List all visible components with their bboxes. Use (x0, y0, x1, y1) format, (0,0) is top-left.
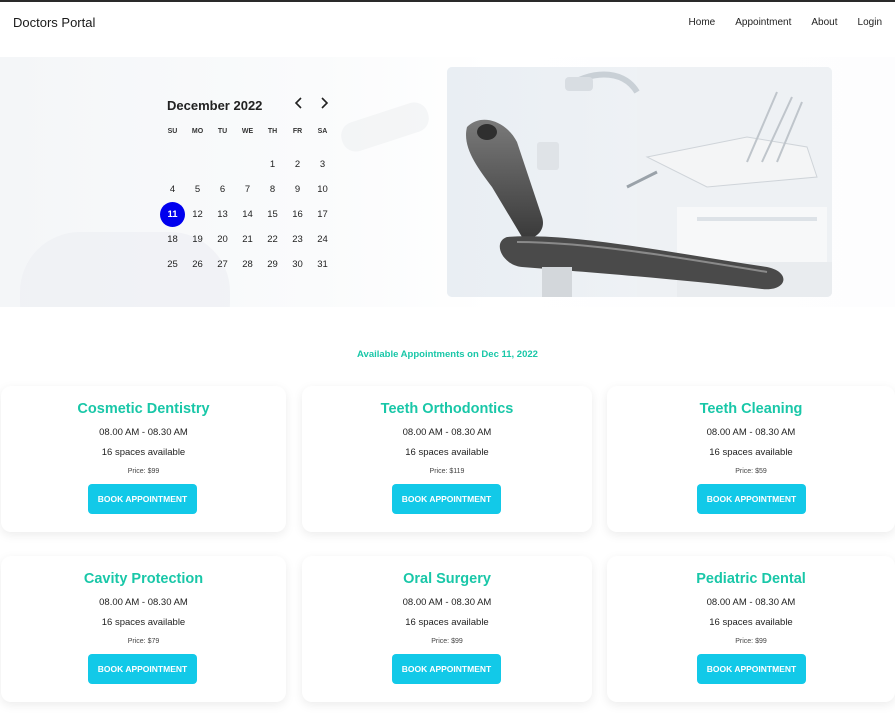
date-picker-calendar: December 2022 SU MO TU WE TH FR SA 1 2 3 4 5 6 7 8 9 10 1… (160, 95, 340, 270)
book-appointment-button[interactable]: BOOK APPOINTMENT (697, 484, 806, 514)
calendar-day[interactable]: 7 (235, 177, 260, 202)
calendar-day[interactable]: 26 (185, 252, 210, 277)
calendar-day[interactable]: 27 (210, 252, 235, 277)
chevron-right-icon[interactable] (316, 95, 332, 111)
nav-link-about[interactable]: About (811, 17, 837, 28)
calendar-weekday-label: FR (292, 128, 303, 135)
calendar-day[interactable]: 17 (310, 202, 335, 227)
service-spaces: 16 spaces available (709, 617, 793, 628)
service-card: Pediatric Dental 08.00 AM - 08.30 AM 16 … (607, 556, 895, 702)
service-name: Teeth Orthodontics (380, 401, 514, 417)
service-name: Oral Surgery (403, 571, 491, 587)
calendar-grid: SU MO TU WE TH FR SA 1 2 3 4 5 6 7 8 9 10 11 12 13 14 15 16 17 1… (160, 127, 335, 277)
calendar-weekday-label: SU (167, 128, 178, 135)
book-appointment-button[interactable]: BOOK APPOINTMENT (88, 654, 197, 684)
dental-chair-photo (447, 67, 832, 297)
calendar-day[interactable]: 12 (185, 202, 210, 227)
calendar-day[interactable]: 10 (310, 177, 335, 202)
service-price: Price: $79 (127, 638, 160, 645)
service-price: Price: $119 (429, 468, 465, 475)
hero-section: December 2022 SU MO TU WE TH FR SA 1 2 3 4 5 6 7 8 9 10 1… (0, 57, 895, 307)
service-time: 08.00 AM - 08.30 AM (706, 427, 796, 438)
service-time: 08.00 AM - 08.30 AM (402, 597, 492, 608)
book-appointment-button[interactable]: BOOK APPOINTMENT (88, 484, 197, 514)
calendar-empty-cell (210, 152, 235, 177)
service-price: Price: $99 (127, 468, 160, 475)
service-spaces: 16 spaces available (709, 447, 793, 458)
calendar-empty-cell (185, 152, 210, 177)
selected-day-label: 11 (160, 202, 185, 227)
calendar-day[interactable]: 19 (185, 227, 210, 252)
service-time: 08.00 AM - 08.30 AM (402, 427, 492, 438)
chevron-left-icon[interactable] (291, 95, 307, 111)
nav-link-home[interactable]: Home (689, 17, 716, 28)
service-card: Teeth Orthodontics 08.00 AM - 08.30 AM 1… (302, 386, 592, 532)
calendar-day[interactable]: 4 (160, 177, 185, 202)
calendar-month-label: December 2022 (167, 98, 263, 113)
service-time: 08.00 AM - 08.30 AM (99, 427, 188, 438)
service-name: Teeth Cleaning (699, 401, 803, 417)
calendar-day[interactable]: 8 (260, 177, 285, 202)
calendar-day[interactable]: 1 (260, 152, 285, 177)
service-spaces: 16 spaces available (405, 617, 489, 628)
service-card: Cavity Protection 08.00 AM - 08.30 AM 16… (1, 556, 286, 702)
book-appointment-button[interactable]: BOOK APPOINTMENT (392, 654, 501, 684)
service-card: Oral Surgery 08.00 AM - 08.30 AM 16 spac… (302, 556, 592, 702)
service-name: Pediatric Dental (696, 571, 806, 587)
service-time: 08.00 AM - 08.30 AM (706, 597, 796, 608)
hero-background-shape (337, 98, 433, 156)
calendar-day[interactable]: 30 (285, 252, 310, 277)
calendar-day[interactable]: 16 (285, 202, 310, 227)
brand-logo-text[interactable]: Doctors Portal (13, 15, 95, 30)
service-price: Price: $99 (735, 638, 767, 645)
calendar-day[interactable]: 14 (235, 202, 260, 227)
calendar-day[interactable]: 3 (310, 152, 335, 177)
book-appointment-button[interactable]: BOOK APPOINTMENT (697, 654, 806, 684)
nav-link-appointment[interactable]: Appointment (735, 17, 791, 28)
service-name: Cavity Protection (83, 571, 204, 587)
calendar-empty-cell (235, 152, 260, 177)
calendar-day[interactable]: 31 (310, 252, 335, 277)
calendar-day[interactable]: 23 (285, 227, 310, 252)
calendar-day[interactable]: 2 (285, 152, 310, 177)
calendar-day[interactable]: 6 (210, 177, 235, 202)
nav-links: Home Appointment About Login (689, 17, 882, 28)
calendar-weekday-label: TU (217, 128, 228, 135)
service-spaces: 16 spaces available (101, 617, 186, 628)
calendar-day[interactable]: 24 (310, 227, 335, 252)
calendar-day[interactable]: 20 (210, 227, 235, 252)
calendar-day[interactable]: 21 (235, 227, 260, 252)
calendar-day[interactable]: 5 (185, 177, 210, 202)
calendar-day[interactable]: 18 (160, 227, 185, 252)
service-time: 08.00 AM - 08.30 AM (99, 597, 188, 608)
service-price: Price: $59 (735, 468, 767, 475)
calendar-day[interactable]: 29 (260, 252, 285, 277)
calendar-weekday-label: MO (191, 128, 204, 135)
calendar-weekday-label: WE (241, 128, 254, 135)
book-appointment-button[interactable]: BOOK APPOINTMENT (392, 484, 501, 514)
calendar-day[interactable]: 22 (260, 227, 285, 252)
calendar-weekday-label: TH (267, 128, 278, 135)
service-spaces: 16 spaces available (101, 447, 186, 458)
navbar: Doctors Portal Home Appointment About Lo… (0, 2, 895, 57)
calendar-header: December 2022 (160, 95, 340, 115)
available-appointments-title: Available Appointments on Dec 11, 2022 (357, 349, 538, 360)
service-name: Cosmetic Dentistry (77, 401, 210, 417)
service-card: Teeth Cleaning 08.00 AM - 08.30 AM 16 sp… (607, 386, 895, 532)
service-price: Price: $99 (431, 638, 463, 645)
calendar-day[interactable]: 13 (210, 202, 235, 227)
calendar-day[interactable]: 28 (235, 252, 260, 277)
calendar-day-selected[interactable]: 11 (160, 202, 185, 227)
service-card: Cosmetic Dentistry 08.00 AM - 08.30 AM 1… (1, 386, 286, 532)
calendar-empty-cell (160, 152, 185, 177)
calendar-day[interactable]: 9 (285, 177, 310, 202)
calendar-day[interactable]: 25 (160, 252, 185, 277)
calendar-weekday-label: SA (317, 128, 328, 135)
calendar-day[interactable]: 15 (260, 202, 285, 227)
service-spaces: 16 spaces available (405, 447, 489, 458)
nav-link-login[interactable]: Login (858, 17, 882, 28)
